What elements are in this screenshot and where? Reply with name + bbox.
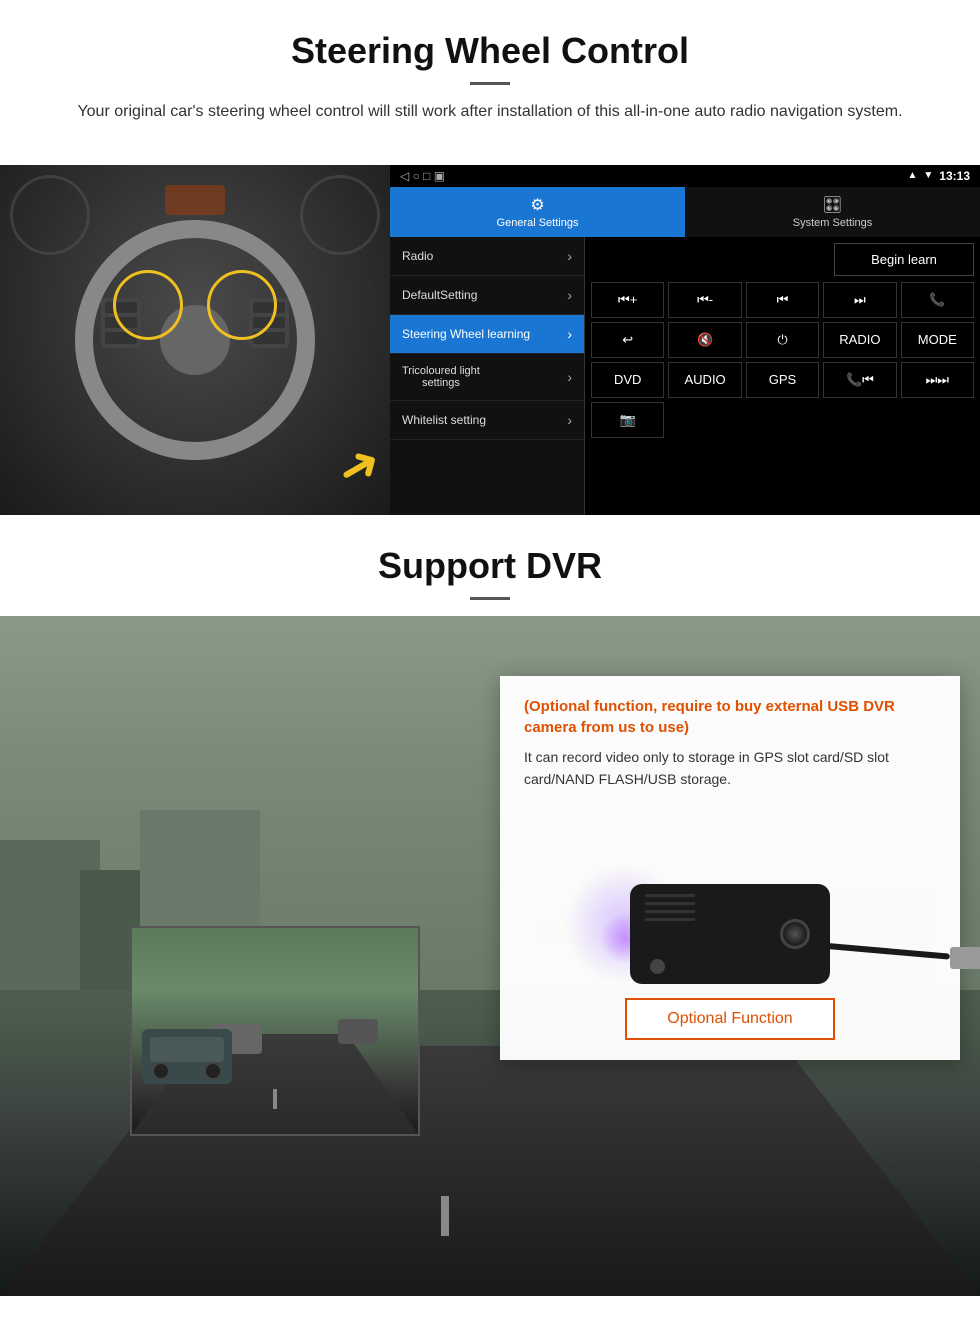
sw-circle-right bbox=[207, 270, 277, 340]
thumb-suv bbox=[142, 1029, 232, 1084]
menu-item-defaultsetting[interactable]: DefaultSetting › bbox=[390, 276, 584, 315]
system-settings-icon: 🎛 bbox=[689, 195, 976, 215]
ctrl-btn-prev[interactable]: ⏮ bbox=[746, 282, 819, 318]
ctrl-btn-power[interactable]: ⏻ bbox=[746, 322, 819, 358]
general-settings-icon: ⚙ bbox=[394, 195, 681, 215]
dvr-vents bbox=[645, 894, 695, 921]
sw-circle-left bbox=[113, 270, 183, 340]
dvr-usb-connector bbox=[950, 947, 980, 969]
tab-system-label: System Settings bbox=[793, 217, 872, 229]
dvr-section-header: Support DVR bbox=[0, 515, 980, 616]
dvr-info-card: (Optional function, require to buy exter… bbox=[500, 676, 960, 1061]
menu-item-radio[interactable]: Radio › bbox=[390, 237, 584, 276]
sw-outer-ring bbox=[75, 220, 315, 460]
tab-general-settings[interactable]: ⚙ General Settings bbox=[390, 187, 685, 237]
dvr-section: Support DVR bbox=[0, 515, 980, 1296]
optional-function-button[interactable]: Optional Function bbox=[625, 998, 834, 1040]
road-marking bbox=[441, 1196, 449, 1236]
vent-1 bbox=[645, 894, 695, 897]
ctrl-btn-next[interactable]: ⏭ bbox=[823, 282, 896, 318]
thumb-suv-body bbox=[150, 1037, 224, 1062]
menu-item-whitelist-label: Whitelist setting bbox=[402, 413, 486, 427]
vent-2 bbox=[645, 902, 695, 905]
menu-item-steering-label: Steering Wheel learning bbox=[402, 327, 530, 341]
vent-3 bbox=[645, 910, 695, 913]
ctrl-btn-camera[interactable]: 📷 bbox=[591, 402, 664, 438]
tab-system-settings[interactable]: 🎛 System Settings bbox=[685, 187, 980, 237]
control-buttons-grid: ⏮+ ⏮- ⏮ ⏭ 📞 ↩ 🔇 ⏻ RADIO MODE DVD AUDIO G… bbox=[591, 282, 974, 438]
dvr-camera-main bbox=[630, 884, 830, 984]
tablet-tabs: ⚙ General Settings 🎛 System Settings bbox=[390, 187, 980, 237]
dvr-title: Support DVR bbox=[40, 545, 940, 587]
time-display: 13:13 bbox=[939, 169, 970, 183]
menu-item-default-label: DefaultSetting bbox=[402, 288, 477, 302]
begin-learn-row: Begin learn bbox=[591, 243, 974, 276]
thumb-car-2 bbox=[338, 1019, 378, 1044]
dvr-composite: (Optional function, require to buy exter… bbox=[0, 616, 980, 1296]
vent-4 bbox=[645, 918, 695, 921]
ctrl-btn-phone-prev[interactable]: 📞⏮ bbox=[823, 362, 896, 398]
ctrl-btn-mute[interactable]: 🔇 bbox=[668, 322, 741, 358]
steering-bg: ➜ bbox=[0, 165, 390, 515]
menu-item-tricoloured-label: Tricoloured lightsettings bbox=[402, 365, 480, 389]
steering-composite: ➜ ◁ ○ □ ▣ ▲ ▼ 13:13 ⚙ General Settings 🎛… bbox=[0, 165, 980, 515]
steering-photo: ➜ bbox=[0, 165, 390, 515]
begin-learn-button[interactable]: Begin learn bbox=[834, 243, 974, 276]
ctrl-btn-phone[interactable]: 📞 bbox=[901, 282, 974, 318]
tablet-ui: ◁ ○ □ ▣ ▲ ▼ 13:13 ⚙ General Settings 🎛 S… bbox=[390, 165, 980, 515]
ctrl-btn-vol-down[interactable]: ⏮- bbox=[668, 282, 741, 318]
dvr-lens bbox=[780, 919, 810, 949]
ctrl-btn-audio[interactable]: AUDIO bbox=[668, 362, 741, 398]
menu-item-radio-label: Radio bbox=[402, 249, 433, 263]
tab-general-label: General Settings bbox=[497, 217, 579, 229]
ctrl-btn-mode[interactable]: MODE bbox=[901, 322, 974, 358]
steering-wheel bbox=[75, 220, 315, 460]
ctrl-btn-next-fast[interactable]: ⏭⏭ bbox=[901, 362, 974, 398]
ctrl-btn-gps[interactable]: GPS bbox=[746, 362, 819, 398]
section1-subtitle: Your original car's steering wheel contr… bbox=[60, 99, 920, 125]
title-divider bbox=[470, 82, 510, 85]
ctrl-btn-vol-up[interactable]: ⏮+ bbox=[591, 282, 664, 318]
dvr-desc-text: It can record video only to storage in G… bbox=[524, 746, 936, 791]
tablet-menu: Radio › DefaultSetting › Steering Wheel … bbox=[390, 237, 585, 515]
dvr-camera-body bbox=[630, 884, 830, 984]
ctrl-btn-dvd[interactable]: DVD bbox=[591, 362, 664, 398]
menu-item-whitelist[interactable]: Whitelist setting › bbox=[390, 401, 584, 440]
signal-icon: ▲ bbox=[907, 170, 917, 181]
dvr-button bbox=[650, 959, 665, 974]
warning-light bbox=[165, 185, 225, 215]
tablet-right-panel: Begin learn ⏮+ ⏮- ⏮ ⏭ 📞 ↩ 🔇 ⏻ RADIO MODE bbox=[585, 237, 980, 515]
sw-arrow: ➜ bbox=[326, 430, 390, 501]
dvr-cable-main bbox=[820, 943, 950, 960]
page-title: Steering Wheel Control bbox=[40, 30, 940, 72]
nav-back[interactable]: ◁ ○ □ ▣ bbox=[400, 169, 445, 183]
dvr-thumbnail bbox=[130, 926, 420, 1136]
chevron-default: › bbox=[567, 287, 572, 303]
dvr-thumb-inner bbox=[132, 928, 418, 1134]
ctrl-btn-hangup[interactable]: ↩ bbox=[591, 322, 664, 358]
thumb-wheel-front bbox=[152, 1062, 170, 1080]
ctrl-btn-radio[interactable]: RADIO bbox=[823, 322, 896, 358]
chevron-whitelist: › bbox=[567, 412, 572, 428]
thumb-road-stripe bbox=[273, 1089, 277, 1109]
tablet-content: Radio › DefaultSetting › Steering Wheel … bbox=[390, 237, 980, 515]
chevron-steering: › bbox=[567, 326, 572, 342]
menu-item-tricoloured[interactable]: Tricoloured lightsettings › bbox=[390, 354, 584, 401]
thumb-wheel-rear bbox=[204, 1062, 222, 1080]
dvr-optional-text: (Optional function, require to buy exter… bbox=[524, 696, 936, 738]
wifi-icon: ▼ bbox=[923, 170, 933, 181]
dvr-title-divider bbox=[470, 597, 510, 600]
chevron-tricoloured: › bbox=[567, 369, 572, 385]
chevron-radio: › bbox=[567, 248, 572, 264]
menu-item-steering-wheel-learning[interactable]: Steering Wheel learning › bbox=[390, 315, 584, 354]
steering-wheel-section: Steering Wheel Control Your original car… bbox=[0, 0, 980, 165]
dvr-camera-area bbox=[524, 804, 936, 984]
tablet-statusbar: ◁ ○ □ ▣ ▲ ▼ 13:13 bbox=[390, 165, 980, 187]
